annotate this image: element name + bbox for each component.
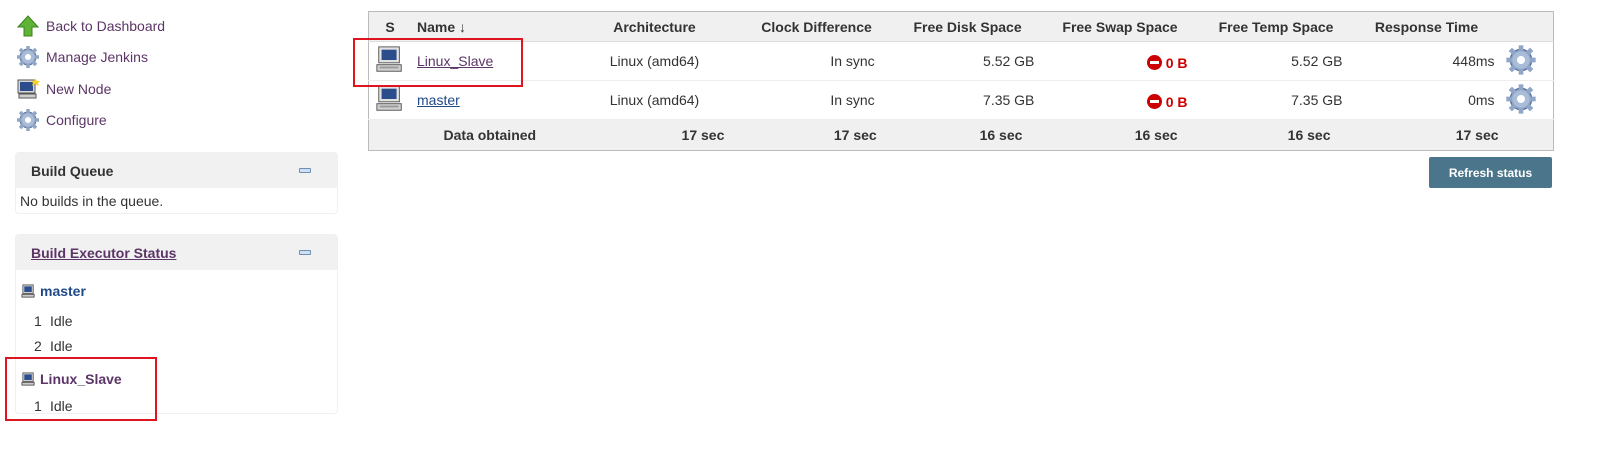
swap-cell: 0 B [1042,41,1198,81]
gear-icon [17,46,39,69]
footer-temp: 16 sec [1197,119,1355,151]
node-link-master[interactable]: master [417,92,460,108]
temp-cell: 7.35 GB [1197,80,1355,120]
footer-disk: 16 sec [892,119,1043,151]
executor-computer-linux-slave[interactable]: Linux_Slave [16,367,337,391]
col-header-architecture[interactable]: Architecture [568,11,741,42]
executor-number: 2 [34,337,42,354]
table-header-row: S Name ↓ Architecture Clock Difference F… [368,11,1554,42]
disk-cell: 5.52 GB [892,41,1043,81]
col-header-free-disk[interactable]: Free Disk Space [892,11,1043,42]
executor-computer-name: master [40,283,86,299]
new-node-link[interactable]: New Node [16,73,346,105]
table-row: master Linux (amd64) In sync 7.35 GB 0 B… [368,80,1554,120]
executor-number: 1 [34,397,42,414]
no-entry-icon [1146,55,1162,71]
back-to-dashboard-label: Back to Dashboard [46,17,166,34]
executor-state: Idle [50,312,73,329]
executor-computer-master[interactable]: master [16,279,337,303]
response-cell: 0ms [1354,80,1499,120]
computer-icon [376,84,402,111]
build-queue-pane: Build Queue No builds in the queue. [15,152,338,214]
build-queue-empty-text: No builds in the queue. [20,193,164,209]
gear-icon [17,109,39,132]
swap-warning: 0 B [1146,93,1188,110]
collapse-icon[interactable] [299,168,311,173]
collapse-icon[interactable] [299,250,311,255]
computer-icon [21,283,35,298]
clock-cell: In sync [740,80,893,120]
response-cell: 448ms [1354,41,1499,81]
footer-response: 17 sec [1354,119,1499,151]
build-queue-title: Build Queue [31,162,114,179]
swap-warning: 0 B [1146,54,1188,71]
manage-jenkins-link[interactable]: Manage Jenkins [16,42,346,74]
status-cell [368,80,411,120]
new-computer-icon [17,77,40,99]
executor-row: 2 Idle [16,333,337,358]
temp-cell: 5.52 GB [1197,41,1355,81]
configure-link[interactable]: Configure [16,105,346,137]
data-obtained-label: Data obtained [411,119,569,151]
no-entry-icon [1146,94,1162,110]
refresh-status-button[interactable]: Refresh status [1429,157,1552,188]
up-arrow-icon [16,15,40,37]
col-header-name[interactable]: Name ↓ [411,11,569,42]
footer-blank-cell [368,119,411,151]
configure-label: Configure [46,112,107,129]
architecture-cell: Linux (amd64) [568,80,741,120]
configure-cell [1498,41,1554,81]
name-cell: master [411,80,569,120]
executor-status-header: Build Executor Status [16,235,337,270]
table-row: Linux_Slave Linux (amd64) In sync 5.52 G… [368,41,1554,81]
node-link-linux-slave[interactable]: Linux_Slave [417,53,493,69]
new-node-label: New Node [46,80,112,97]
col-header-free-temp[interactable]: Free Temp Space [1197,11,1355,42]
swap-value: 0 B [1165,93,1188,110]
computers-table: S Name ↓ Architecture Clock Difference F… [368,11,1554,151]
executor-number: 1 [34,312,42,329]
footer-end-cell [1498,119,1554,151]
col-header-status[interactable]: S [368,11,411,42]
executor-state: Idle [50,337,73,354]
disk-cell: 7.35 GB [892,80,1043,120]
col-header-clock-difference[interactable]: Clock Difference [740,11,893,42]
executor-row: 1 Idle [16,393,337,418]
build-queue-header: Build Queue [16,153,337,188]
footer-clock: 17 sec [740,119,893,151]
computer-icon [376,45,402,72]
configure-cell [1498,80,1554,120]
manage-jenkins-label: Manage Jenkins [46,49,148,66]
col-header-free-swap[interactable]: Free Swap Space [1042,11,1198,42]
executor-state: Idle [50,397,73,414]
executor-status-pane: Build Executor Status master 1 Idle 2 Id… [15,234,338,414]
architecture-cell: Linux (amd64) [568,41,741,81]
swap-cell: 0 B [1042,80,1198,120]
executor-status-title-link[interactable]: Build Executor Status [31,245,176,261]
gear-icon[interactable] [1505,83,1537,115]
status-cell [368,41,411,81]
swap-value: 0 B [1165,54,1188,71]
computer-icon [21,371,35,386]
executor-row: 1 Idle [16,308,337,333]
executor-computer-name: Linux_Slave [40,371,122,387]
col-header-response-time[interactable]: Response Time [1354,11,1499,42]
col-header-actions [1498,11,1554,42]
footer-architecture: 17 sec [568,119,741,151]
clock-cell: In sync [740,41,893,81]
footer-swap: 16 sec [1042,119,1198,151]
back-to-dashboard-link[interactable]: Back to Dashboard [16,10,346,42]
gear-icon[interactable] [1505,44,1537,76]
name-cell: Linux_Slave [411,41,569,81]
side-tasks: Back to Dashboard Manage Jenkins New Nod… [16,10,346,136]
data-obtained-row: Data obtained 17 sec 17 sec 16 sec 16 se… [368,119,1554,151]
